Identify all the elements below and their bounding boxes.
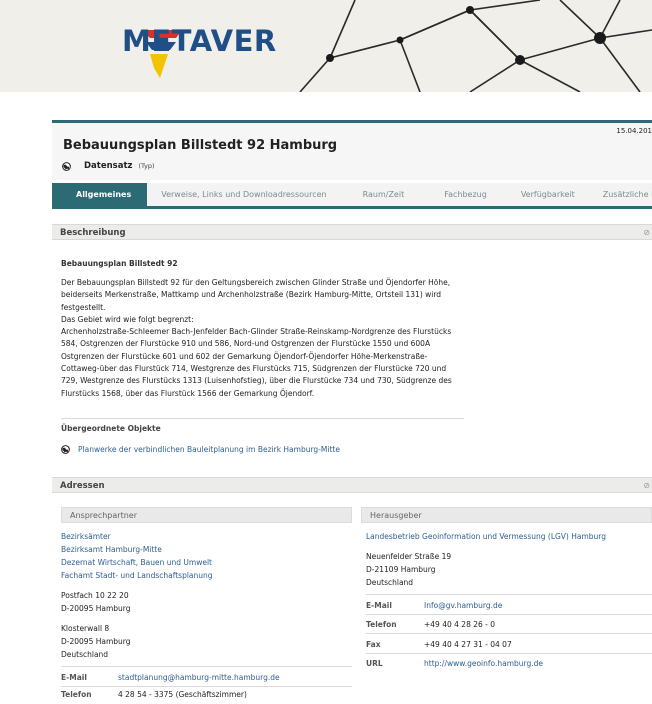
publisher-street-line: Deutschland <box>366 578 414 587</box>
contact-box-header: Ansprechpartner <box>61 507 352 523</box>
publication-date: 15.04.201 <box>616 127 652 135</box>
divider <box>366 653 652 654</box>
tab-verfuegbarkeit[interactable]: Verfügbarkeit <box>505 183 591 206</box>
description-subtitle: Bebauungsplan Billstedt 92 <box>61 259 178 268</box>
contact-street-line: D-20095 Hamburg <box>61 637 131 646</box>
tab-raum-zeit[interactable]: Raum/Zeit <box>341 183 427 206</box>
publisher-email-label: E-Mail <box>366 601 392 610</box>
publisher-fax-label: Fax <box>366 640 381 649</box>
collapse-icon[interactable]: ⊘ <box>643 481 650 490</box>
title-block: Bebauungsplan Billstedt 92 Hamburg 15.04… <box>52 120 652 180</box>
publisher-header-label: Herausgeber <box>370 511 422 520</box>
publisher-phone-label: Telefon <box>366 620 397 629</box>
contact-email-link[interactable]: stadtplanung@hamburg-mitte.hamburg.de <box>118 673 280 682</box>
divider <box>61 666 352 667</box>
divider <box>366 633 652 634</box>
tab-zusaetzliche-info[interactable]: Zusätzliche I <box>591 183 652 206</box>
divider <box>61 418 464 419</box>
contact-postbox-line: D-20095 Hamburg <box>61 604 131 613</box>
contact-postbox-line: Postfach 10 22 20 <box>61 591 129 600</box>
contact-street-line: Deutschland <box>61 650 109 659</box>
tab-fachbezug[interactable]: Fachbezug <box>426 183 505 206</box>
contact-phone-value: 4 28 54 - 3375 (Geschäftszimmer) <box>118 690 247 699</box>
publisher-email-link[interactable]: Info@gv.hamburg.de <box>424 601 502 610</box>
type-label: Datensatz <box>84 161 133 171</box>
page-title: Bebauungsplan Billstedt 92 Hamburg <box>63 138 338 153</box>
contact-header-label: Ansprechpartner <box>70 511 137 520</box>
record-type: Datensatz (Typ) <box>62 160 155 172</box>
description-line: Flurstücks 1568, über das Flurstück 1566… <box>61 388 315 398</box>
description-line: Der Bebauungsplan Billstedt 92 für den G… <box>61 278 451 287</box>
publisher-street-line: Neuenfelder Straße 19 <box>366 552 452 561</box>
description-line: Cottaweg-über das Flurstück 714, Westgre… <box>61 364 447 374</box>
description-text: Der Bebauungsplan Billstedt 92 für den G… <box>61 277 469 400</box>
collapse-icon[interactable]: ⊘ <box>643 228 650 237</box>
description-line: 584, Ostgrenzen der Flurstücke 910 und 5… <box>61 339 431 349</box>
description-line: festgestellt. <box>61 302 106 312</box>
tab-allgemeines[interactable]: Allgemeines <box>52 183 148 206</box>
section-header-beschreibung[interactable]: Beschreibung ⊘ <box>52 224 652 240</box>
section-header-adressen[interactable]: Adressen ⊘ <box>52 477 652 493</box>
type-hint: (Typ) <box>138 162 155 170</box>
section-label: Adressen <box>60 481 105 491</box>
publisher-fax-value: +49 40 4 27 31 - 04 07 <box>424 640 512 649</box>
globe-icon <box>61 445 70 454</box>
publisher-org-link[interactable]: Landesbetrieb Geoinformation und Vermess… <box>366 532 606 541</box>
contact-org-link[interactable]: Fachamt Stadt- und Landschaftsplanung <box>61 571 213 580</box>
description-line: 729, Westgrenze des Flurstücks 1313 (Lui… <box>61 376 452 386</box>
publisher-street-line: D-21109 Hamburg <box>366 565 436 574</box>
contact-org-link[interactable]: Bezirksämter <box>61 532 111 541</box>
superior-object-link[interactable]: Planwerke der verbindlichen Bauleitplanu… <box>78 445 340 454</box>
description-line: beiderseits Merkenstraße, Mattkamp und A… <box>61 290 442 300</box>
publisher-phone-value: +49 40 4 28 26 - 0 <box>424 620 496 629</box>
globe-icon <box>62 161 71 171</box>
contact-email-label: E-Mail <box>61 673 87 682</box>
divider <box>366 594 652 595</box>
publisher-box-header: Herausgeber <box>361 507 652 523</box>
section-label: Beschreibung <box>60 228 126 238</box>
divider <box>61 686 352 687</box>
publisher-url-label: URL <box>366 659 383 668</box>
superior-object-item[interactable]: Planwerke der verbindlichen Bauleitplanu… <box>61 445 340 454</box>
contact-org-link[interactable]: Dezernat Wirtschaft, Bauen und Umwelt <box>61 558 212 567</box>
contact-phone-label: Telefon <box>61 690 92 699</box>
description-line: Das Gebiet wird wie folgt begrenzt: <box>61 314 194 324</box>
logo-text: METAVER <box>122 24 277 58</box>
tab-verweise-links-downloads[interactable]: Verweise, Links und Downloadressourcen <box>147 183 340 206</box>
tab-bar: Allgemeines Verweise, Links und Download… <box>52 183 652 209</box>
site-header: METAVER <box>0 0 652 92</box>
publisher-url-link[interactable]: http://www.geoinfo.hamburg.de <box>424 659 543 668</box>
divider <box>366 614 652 615</box>
contact-org-link[interactable]: Bezirksamt Hamburg-Mitte <box>61 545 162 554</box>
description-line: Archenholzstraße-Schleemer Bach-Jenfelde… <box>61 327 452 337</box>
superior-objects-label: Übergeordnete Objekte <box>61 424 161 433</box>
contact-street-line: Klosterwall 8 <box>61 624 110 633</box>
description-line: Ostgrenzen der Flurstücke 601 und 602 de… <box>61 351 428 361</box>
